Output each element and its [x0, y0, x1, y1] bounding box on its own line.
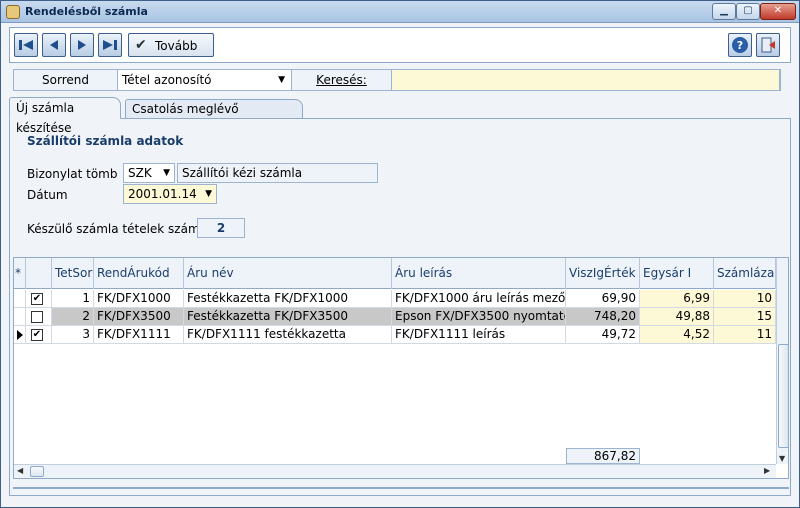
next-step-label: Tovább	[155, 39, 198, 53]
title-bar: Rendelésből számla ▁ ▢ ✕	[1, 1, 799, 23]
doc-block-label: Bizonylat tömb	[27, 167, 118, 181]
row-checkbox-cell: ✔	[26, 290, 52, 307]
window-title: Rendelésből számla	[25, 5, 148, 18]
table-row[interactable]: ✔ 1 FK/DFX1000 Festékkazetta FK/DFX1000 …	[14, 290, 776, 308]
bottom-divider	[13, 483, 789, 489]
doc-block-code: SZK	[128, 166, 152, 180]
scroll-down-icon[interactable]: ▼	[779, 454, 785, 463]
header-item-name[interactable]: Áru név	[184, 258, 392, 289]
tab-new-invoice[interactable]: Új számla készítése	[9, 97, 121, 135]
close-window-button[interactable]: ✕	[760, 3, 796, 20]
header-unit-price[interactable]: Egysár I	[640, 258, 714, 289]
horizontal-scrollbar[interactable]: ◀ ▶	[14, 464, 776, 478]
cell-to-invoice[interactable]: 11	[714, 326, 776, 343]
horizontal-scroll-thumb[interactable]	[30, 466, 44, 477]
sort-select[interactable]: Tétel azonosító ▼	[118, 70, 292, 90]
cell-item-description: Epson FX/DFX3500 nyomtatóhoz	[392, 308, 566, 325]
scroll-left-icon[interactable]: ◀	[17, 466, 23, 475]
item-count-label: Készülő számla tételek száma:	[27, 222, 212, 236]
filter-bar: Sorrend Tétel azonosító ▼ Keresés:	[13, 69, 781, 91]
cell-tetsor: 2	[52, 308, 94, 325]
svg-text:?: ?	[737, 39, 743, 52]
doc-block-name: Szállítói kézi számla	[177, 163, 378, 183]
header-to-invoice[interactable]: Számlázand	[714, 258, 776, 289]
row-checkbox[interactable]: ✔	[31, 329, 43, 341]
item-count-value: 2	[197, 218, 245, 238]
first-record-button[interactable]	[14, 33, 38, 57]
header-row-indicator: *	[14, 258, 26, 289]
next-record-icon	[78, 40, 86, 50]
cell-to-invoice[interactable]: 15	[714, 308, 776, 325]
cell-unit-price[interactable]: 6,99	[640, 290, 714, 307]
vertical-scrollbar[interactable]: ▼	[776, 258, 788, 464]
last-record-button[interactable]	[98, 33, 122, 57]
search-input[interactable]	[392, 70, 780, 90]
cell-value: 69,90	[566, 290, 640, 307]
minimize-button[interactable]: ▁	[712, 3, 736, 20]
table-row[interactable]: 2 FK/DFX3500 Festékkazetta FK/DFX3500 Ep…	[14, 308, 776, 326]
cell-unit-price[interactable]: 4,52	[640, 326, 714, 343]
help-button[interactable]: ?	[728, 33, 752, 57]
cell-item-description: FK/DFX1111 leírás	[392, 326, 566, 343]
items-grid: * TetSor RendÁrukód Áru név Áru leírás V…	[13, 257, 789, 479]
cell-value: 49,72	[566, 326, 640, 343]
row-indicator	[14, 326, 26, 343]
header-value[interactable]: ViszIgÉrték	[566, 258, 640, 289]
scroll-right-icon[interactable]: ▶	[764, 466, 770, 475]
cell-item-description: FK/DFX1000 áru leírás mező xxx	[392, 290, 566, 307]
search-label: Keresés:	[292, 70, 392, 90]
header-item-description[interactable]: Áru leírás	[392, 258, 566, 289]
current-row-arrow-icon	[17, 330, 23, 340]
sort-label: Sorrend	[14, 70, 118, 90]
tab-strip: Új számla készítése Csatolás meglévő szá…	[9, 97, 791, 135]
chevron-down-icon: ▼	[205, 189, 212, 199]
cell-item-code: FK/DFX1111	[94, 326, 184, 343]
cell-to-invoice[interactable]: 10	[714, 290, 776, 307]
first-record-icon	[19, 40, 33, 50]
exit-door-icon	[761, 37, 775, 53]
row-checkbox-cell: ✔	[26, 326, 52, 343]
exit-button[interactable]	[756, 33, 780, 57]
cell-item-name: Festékkazetta FK/DFX3500	[184, 308, 392, 325]
cell-tetsor: 1	[52, 290, 94, 307]
cell-item-name: Festékkazetta FK/DFX1000	[184, 290, 392, 307]
row-indicator	[14, 290, 26, 307]
date-value: 2001.01.14	[128, 187, 197, 201]
row-checkbox[interactable]	[31, 311, 43, 323]
cell-value: 748,20	[566, 308, 640, 325]
row-indicator	[14, 308, 26, 325]
header-tetsor[interactable]: TetSor	[52, 258, 94, 289]
toolbar: ✔ Tovább ?	[9, 27, 791, 63]
grid-header: * TetSor RendÁrukód Áru név Áru leírás V…	[14, 258, 788, 289]
header-item-code[interactable]: RendÁrukód	[94, 258, 184, 289]
sort-value: Tétel azonosító	[122, 73, 212, 87]
cell-tetsor: 3	[52, 326, 94, 343]
next-record-button[interactable]	[70, 33, 94, 57]
header-checkbox	[26, 258, 52, 289]
app-window: Rendelésből számla ▁ ▢ ✕ ✔ Tovább ? Sorr…	[0, 0, 800, 508]
prev-record-button[interactable]	[42, 33, 66, 57]
prev-record-icon	[50, 40, 58, 50]
help-icon: ?	[732, 37, 748, 53]
cell-item-code: FK/DFX3500	[94, 308, 184, 325]
cell-item-name: FK/DFX1111 festékkazetta	[184, 326, 392, 343]
date-picker[interactable]: 2001.01.14 ▼	[123, 184, 217, 204]
row-checkbox-cell	[26, 308, 52, 325]
chevron-down-icon: ▼	[278, 75, 285, 85]
next-step-button[interactable]: ✔ Tovább	[128, 33, 214, 57]
cell-item-code: FK/DFX1000	[94, 290, 184, 307]
last-record-icon	[103, 40, 117, 50]
doc-block-select[interactable]: SZK ▼	[123, 163, 175, 183]
date-label: Dátum	[27, 188, 68, 202]
maximize-button[interactable]: ▢	[736, 3, 760, 20]
table-row[interactable]: ✔ 3 FK/DFX1111 FK/DFX1111 festékkazetta …	[14, 326, 776, 344]
tab-attach-existing-invoice[interactable]: Csatolás meglévő számlához	[125, 99, 303, 134]
checkmark-icon: ✔	[135, 37, 147, 53]
cell-unit-price[interactable]: 49,88	[640, 308, 714, 325]
row-checkbox[interactable]: ✔	[31, 293, 43, 305]
chevron-down-icon: ▼	[163, 168, 170, 178]
app-icon	[6, 5, 20, 19]
vertical-scroll-thumb[interactable]	[778, 344, 788, 448]
value-total: 867,82	[566, 448, 640, 464]
